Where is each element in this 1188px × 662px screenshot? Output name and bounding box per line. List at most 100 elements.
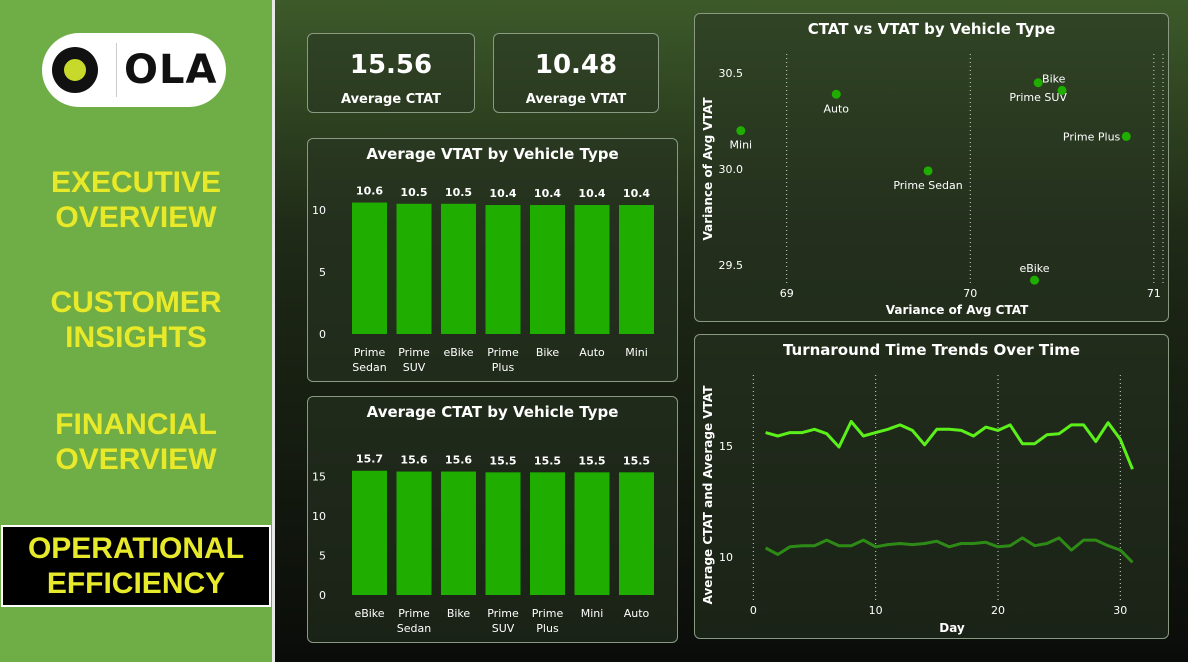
scatter-chart-card: CTAT vs VTAT by Vehicle Type 69 70 71 29.5 3… [694, 13, 1169, 322]
point-label: Prime Sedan [893, 179, 962, 192]
bar [352, 470, 387, 595]
bar [485, 472, 521, 595]
bar [619, 472, 654, 595]
kpi-value: 10.48 [534, 50, 618, 80]
bar-value-label: 10.6 [356, 185, 383, 198]
y-tick-label: 15 [312, 470, 326, 483]
bar [396, 471, 432, 595]
x-tick-label: SUV [403, 361, 426, 374]
kpi-card-ctat: 15.56 Average CTAT [307, 33, 475, 113]
bar [530, 205, 565, 334]
series-line-ctat [765, 420, 1134, 470]
point-label: Mini [730, 139, 753, 152]
nav-executive-overview[interactable]: EXECUTIVE OVERVIEW [0, 165, 272, 235]
bar [619, 205, 654, 334]
y-tick-label: 30.5 [719, 67, 744, 80]
x-tick-label: Auto [624, 607, 650, 620]
bar [530, 472, 565, 595]
x-tick-label: 20 [991, 604, 1005, 617]
y-tick-label: 30.0 [719, 163, 744, 176]
bar-value-label: 10.4 [534, 187, 561, 200]
nav-operational-efficiency[interactable]: OPERATIONAL EFFICIENCY [1, 525, 271, 607]
x-tick-label: Mini [625, 346, 648, 359]
y-tick-label: 15 [719, 440, 733, 453]
brand-name: OLA [124, 47, 218, 93]
x-tick-label: SUV [492, 622, 515, 635]
nav-customer-insights[interactable]: CUSTOMER INSIGHTS [0, 285, 272, 355]
x-tick-label: Plus [536, 622, 559, 635]
kpi-label: Average CTAT [340, 92, 442, 107]
scatter-point [1057, 85, 1067, 95]
x-tick-label: Prime [398, 607, 430, 620]
x-tick-label: 10 [869, 604, 883, 617]
bar-value-label: 10.4 [578, 187, 605, 200]
x-tick-label: 30 [1113, 604, 1127, 617]
y-tick-label: 10 [312, 510, 326, 523]
x-tick-label: Prime [487, 346, 519, 359]
bar-value-label: 15.5 [623, 454, 650, 467]
x-tick-label: Prime [354, 346, 386, 359]
x-tick-label: 70 [963, 287, 977, 300]
x-tick-label: Sedan [352, 361, 386, 374]
ola-logo-icon [52, 47, 98, 93]
x-tick-label: Bike [447, 607, 471, 620]
series-line-vtat [764, 536, 1134, 564]
bar [574, 205, 610, 334]
bar-value-label: 15.5 [534, 454, 561, 467]
bar [441, 471, 476, 595]
x-tick-label: Bike [536, 346, 560, 359]
bar [485, 205, 521, 334]
bar-value-label: 15.7 [356, 453, 383, 466]
ctat-bar-chart: 0 5 10 15 15.7 eBike 15.6 Prime Sedan 15.6 Bike 15.… [312, 453, 654, 635]
point-label: Bike [1042, 72, 1066, 85]
scatter-chart: 69 70 71 29.5 30.0 30.5 Variance of Avg CTAT Va… [701, 54, 1164, 317]
x-axis-title: Day [939, 621, 965, 635]
bar-value-label: 10.5 [445, 186, 472, 199]
x-tick-label: Sedan [397, 622, 431, 635]
x-tick-label: 69 [780, 287, 794, 300]
x-axis-title: Variance of Avg CTAT [886, 303, 1029, 317]
trend-line-chart: 0 10 20 30 10 15 Day Average CTAT and Average V… [701, 375, 1134, 635]
bar [441, 203, 476, 334]
ola-logo[interactable]: OLA [42, 33, 226, 107]
bar-value-label: 10.4 [623, 187, 650, 200]
point-label: Prime Plus [1063, 130, 1121, 143]
kpi-value: 15.56 [349, 50, 433, 80]
y-tick-label: 0 [319, 589, 326, 602]
scatter-point [1030, 275, 1040, 285]
x-tick-label: eBike [443, 346, 473, 359]
vtat-bar-chart-card: Average VTAT by Vehicle Type 0 5 10 10.6 Pri… [307, 138, 678, 382]
x-tick-label: 0 [750, 604, 757, 617]
bar-value-label: 15.5 [489, 454, 516, 467]
vtat-bar-chart: 0 5 10 10.6 Prime Sedan 10.5 Prime SUV 10.5 eBike 1… [312, 185, 654, 374]
kpi-label: Average VTAT [525, 92, 627, 107]
scatter-point [1121, 131, 1131, 141]
y-axis-title: Variance of Avg VTAT [701, 97, 715, 241]
logo-divider [116, 43, 117, 97]
y-tick-label: 5 [319, 549, 326, 562]
scatter-point [736, 126, 746, 136]
bar-value-label: 10.4 [489, 187, 516, 200]
y-tick-label: 10 [312, 204, 326, 217]
bar-value-label: 15.6 [400, 454, 427, 467]
trend-chart-card: Turnaround Time Trends Over Time 0 10 20 30… [694, 334, 1169, 639]
x-tick-label: Prime [487, 607, 519, 620]
nav-financial-overview[interactable]: FINANCIAL OVERVIEW [0, 407, 272, 477]
x-tick-label: eBike [354, 607, 384, 620]
y-tick-label: 10 [719, 551, 733, 564]
y-tick-label: 5 [319, 266, 326, 279]
bar [396, 203, 432, 334]
point-label: Auto [823, 102, 849, 115]
point-label: eBike [1019, 262, 1049, 275]
x-tick-label: 71 [1147, 287, 1161, 300]
scatter-point [831, 89, 841, 99]
x-tick-label: Auto [579, 346, 605, 359]
x-tick-label: Prime [532, 607, 564, 620]
y-axis-title: Average CTAT and Average VTAT [701, 385, 715, 605]
bar-value-label: 15.6 [445, 454, 472, 467]
sidebar: OLA EXECUTIVE OVERVIEW CUSTOMER INSIGHTS… [0, 0, 275, 662]
x-tick-label: Mini [581, 607, 604, 620]
bar-value-label: 15.5 [578, 454, 605, 467]
x-tick-label: Plus [492, 361, 515, 374]
bar-value-label: 10.5 [400, 186, 427, 199]
